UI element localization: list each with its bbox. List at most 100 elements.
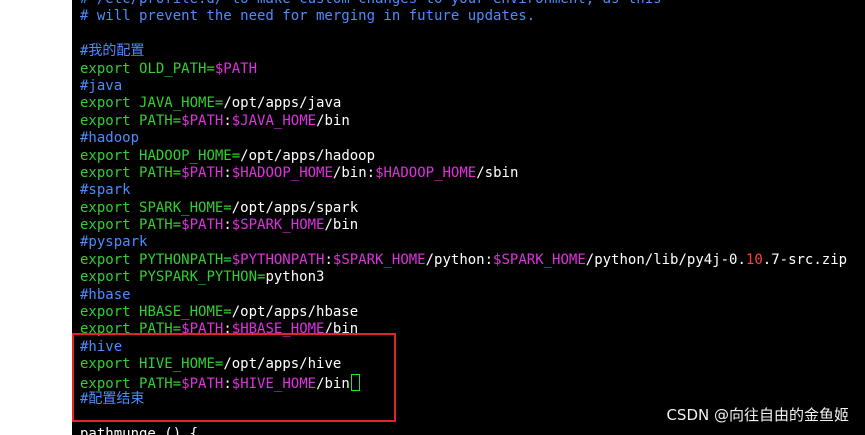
code-keyword: export [80,356,140,373]
code-comment: #pyspark [80,234,148,251]
code-text: /opt/apps/java [223,95,342,112]
code-text: .7-src.zip [762,251,848,268]
code-keyword: export [80,321,140,338]
code-line: export OLD_PATH=$PATH [80,61,847,78]
code-text: /bin [324,321,359,338]
code-line: #我的配置 [80,43,847,60]
code-text: /bin: [332,164,376,181]
code-line: #hive [80,339,847,356]
code-keyword: export [80,375,140,392]
code-variable: $PATH [181,321,224,338]
code-line: #hbase [80,287,847,304]
code-variable: $SPARK_HOME [332,251,426,268]
code-line: # will prevent the need for merging in f… [80,8,847,25]
csdn-watermark: CSDN @向往自由的金鱼姬 [666,406,849,424]
code-keyword: export [80,112,140,129]
code-comment: # will prevent the need for merging in f… [80,8,536,25]
code-keyword: PATH= [139,217,182,234]
code-keyword: export [80,304,140,321]
code-line: export PATH=$PATH:$SPARK_HOME/bin [80,217,847,234]
code-variable: $PATH [214,60,258,77]
code-line: #java [80,78,847,95]
code-text: /python/lib/py4j-0. [585,251,746,268]
code-text: : [223,112,232,129]
code-comment: #java [80,77,123,94]
code-line: export PATH=$PATH:$HBASE_HOME/bin [80,321,847,338]
code-comment: #hive [80,338,123,355]
code-variable: $HADOOP_HOME [231,164,333,181]
code-variable: $PATH [181,217,224,234]
code-line: export PATH=$PATH:$HADOOP_HOME/bin:$HADO… [80,165,847,182]
code-text: /sbin [476,164,519,181]
code-keyword: PATH= [139,164,182,181]
code-line: export HIVE_HOME=/opt/apps/hive [80,356,847,373]
code-keyword: PATH= [139,112,182,129]
code-keyword: export [80,164,140,181]
code-line: export PYTHONPATH=$PYTHONPATH:$SPARK_HOM… [80,252,847,269]
code-line: export SPARK_HOME=/opt/apps/spark [80,200,847,217]
code-text: : [223,375,232,392]
code-line: export PATH=$PATH:$JAVA_HOME/bin [80,113,847,130]
code-comment: #spark [80,182,131,199]
terminal-window[interactable]: # /etc/profile.d/ to make custom changes… [72,0,865,435]
code-keyword: HADOOP_HOME= [139,147,241,164]
code-line: #pyspark [80,234,847,251]
code-line: export JAVA_HOME=/opt/apps/java [80,95,847,112]
code-variable: $SPARK_HOME [493,251,586,268]
code-keyword: SPARK_HOME= [139,199,232,216]
code-variable: $PATH [181,164,224,181]
code-line: export HBASE_HOME=/opt/apps/hbase [80,304,847,321]
code-keyword: JAVA_HOME= [139,95,224,112]
code-comment: #hbase [80,286,131,303]
code-text: /bin [316,112,350,129]
profile-file-content[interactable]: # /etc/profile.d/ to make custom changes… [80,0,847,435]
code-text: /bin [316,375,350,392]
code-line: #spark [80,182,847,199]
code-keyword: export [80,217,140,234]
code-keyword: export [80,251,140,268]
code-keyword: export [80,95,140,112]
code-line: # /etc/profile.d/ to make custom changes… [80,0,847,8]
code-keyword: export [80,199,140,216]
code-keyword: PYSPARK_PYTHON= [139,269,266,286]
code-variable: $HADOOP_HOME [375,164,477,181]
code-line: #hadoop [80,130,847,147]
code-text: python3 [265,269,325,286]
code-comment: #我的配置 [80,43,145,60]
code-text: : [223,164,232,181]
code-keyword: export [80,147,140,164]
code-keyword: HBASE_HOME= [139,304,232,321]
code-comment: #hadoop [80,130,140,147]
code-keyword: PATH= [139,321,182,338]
code-text: : [324,251,333,268]
code-keyword: export [80,60,140,77]
screenshot-stage: # /etc/profile.d/ to make custom changes… [0,0,865,435]
code-line: export PATH=$PATH:$HIVE_HOME/bin [80,373,847,392]
code-keyword: export [80,269,140,286]
code-text: /opt/apps/hive [223,356,342,373]
code-keyword: PYTHONPATH= [139,251,232,268]
code-variable: $PATH [181,112,224,129]
code-line: pathmunge () { [80,426,847,435]
code-keyword: HIVE_HOME= [139,356,224,373]
code-variable: $SPARK_HOME [231,217,325,234]
code-line: export PYSPARK_PYTHON=python3 [80,269,847,286]
code-text: : [223,217,232,234]
code-variable: $HIVE_HOME [231,375,317,392]
code-text: /bin [324,217,359,234]
code-variable: $JAVA_HOME [231,112,317,129]
code-line: export HADOOP_HOME=/opt/apps/hadoop [80,148,847,165]
code-text: /opt/apps/spark [231,199,359,216]
code-comment: # /etc/profile.d/ to make custom changes… [80,0,662,7]
code-keyword: PATH= [139,375,182,392]
code-variable: $PYTHONPATH [231,251,325,268]
code-number: 10 [745,251,763,268]
code-text: /opt/apps/hbase [231,304,359,321]
code-variable: $PATH [181,375,224,392]
code-text: /python: [425,251,494,268]
code-keyword: OLD_PATH= [139,60,215,77]
code-text: : [223,321,232,338]
code-text: pathmunge () { [80,425,199,435]
text-cursor [350,373,360,391]
